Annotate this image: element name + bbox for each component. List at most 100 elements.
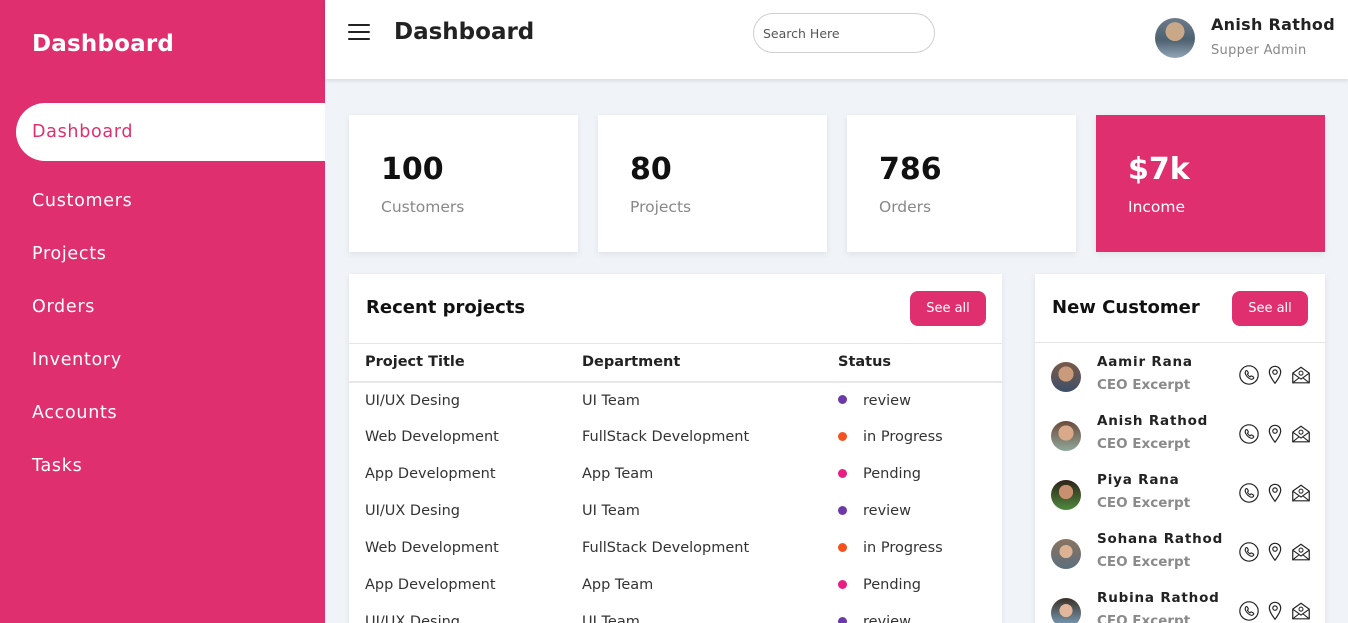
- customers-see-all-button[interactable]: See all: [1232, 291, 1308, 326]
- stat-card-customers[interactable]: 100 Customers: [349, 115, 578, 252]
- customer-actions: [1238, 364, 1312, 386]
- top-header: Dashboard Anish Rathod Supper Admin: [325, 0, 1348, 79]
- stat-card-income[interactable]: $7k Income: [1096, 115, 1325, 252]
- customer-row[interactable]: Aamir Rana CEO Excerpt: [1035, 350, 1325, 409]
- sidebar-brand: Dashboard: [32, 31, 175, 57]
- project-title-cell: App Development: [365, 466, 496, 482]
- user-name: Anish Rathod: [1211, 15, 1335, 34]
- mail-icon[interactable]: [1290, 423, 1312, 445]
- new-customer-panel: New Customer See all Aamir Rana CEO Exce…: [1035, 274, 1325, 623]
- column-header: Status: [838, 354, 892, 371]
- department-cell: UI Team: [582, 614, 640, 623]
- stat-label: Projects: [630, 198, 692, 216]
- projects-table: Project Title Department Status UI/UX De…: [349, 343, 1002, 623]
- location-pin-icon[interactable]: [1264, 364, 1286, 386]
- department-cell: UI Team: [582, 392, 640, 409]
- project-title-cell: UI/UX Desing: [365, 614, 460, 623]
- customer-row[interactable]: Piya Rana CEO Excerpt: [1035, 468, 1325, 527]
- recent-projects-panel: Recent projects See all Project Title De…: [349, 274, 1002, 623]
- mail-icon[interactable]: [1290, 364, 1312, 386]
- project-title-cell: UI/UX Desing: [365, 392, 460, 409]
- customer-role: CEO Excerpt: [1097, 613, 1191, 623]
- status-label: review: [863, 503, 911, 519]
- customer-name: Anish Rathod: [1097, 413, 1209, 429]
- stat-value: 80: [630, 152, 672, 187]
- status-dot-icon: [838, 395, 847, 404]
- customer-name: Piya Rana: [1097, 472, 1180, 488]
- customer-name: Rubina Rathod: [1097, 590, 1220, 606]
- status-cell: Pending: [838, 456, 1002, 493]
- status-label: Pending: [863, 466, 921, 482]
- status-dot-icon: [838, 468, 847, 478]
- sidebar-nav: Dashboard Customers Projects Orders Inve…: [0, 103, 325, 492]
- search-input[interactable]: [753, 13, 935, 53]
- location-pin-icon[interactable]: [1264, 541, 1286, 563]
- department-cell: FullStack Development: [582, 540, 750, 556]
- mail-icon[interactable]: [1290, 600, 1312, 622]
- customer-actions: [1238, 541, 1312, 563]
- status-cell: review: [838, 382, 1002, 419]
- phone-icon[interactable]: [1238, 600, 1260, 622]
- status-dot-icon: [838, 431, 847, 441]
- sidebar-item-orders[interactable]: Orders: [0, 280, 325, 333]
- status-label: in Progress: [863, 540, 943, 556]
- sidebar-item-inventory[interactable]: Inventory: [0, 333, 325, 386]
- customer-role: CEO Excerpt: [1097, 377, 1191, 393]
- sidebar-item-accounts[interactable]: Accounts: [0, 386, 325, 439]
- customer-avatar: [1051, 480, 1081, 510]
- project-title-cell: App Development: [365, 577, 496, 593]
- sidebar: Dashboard Dashboard Customers Projects O…: [0, 0, 325, 623]
- sidebar-item-projects[interactable]: Projects: [0, 227, 325, 280]
- location-pin-icon[interactable]: [1264, 482, 1286, 504]
- customer-row[interactable]: Rubina Rathod CEO Excerpt: [1035, 586, 1325, 623]
- table-row[interactable]: App Development App Team Pending: [349, 456, 1002, 493]
- stat-card-projects[interactable]: 80 Projects: [598, 115, 827, 252]
- table-row[interactable]: UI/UX Desing UI Team review: [349, 493, 1002, 530]
- table-row[interactable]: Web Development FullStack Development in…: [349, 419, 1002, 456]
- status-label: review: [863, 614, 911, 623]
- status-dot-icon: [838, 505, 847, 515]
- customer-role: CEO Excerpt: [1097, 495, 1191, 511]
- sidebar-item-dashboard[interactable]: Dashboard: [16, 103, 325, 161]
- sidebar-item-customers[interactable]: Customers: [0, 174, 325, 227]
- recent-projects-title: Recent projects: [366, 297, 526, 318]
- phone-icon[interactable]: [1238, 423, 1260, 445]
- table-row[interactable]: UI/UX Desing UI Team review: [349, 604, 1002, 623]
- table-row[interactable]: Web Development FullStack Development in…: [349, 530, 1002, 567]
- status-dot-icon: [838, 616, 847, 623]
- status-dot-icon: [838, 542, 847, 552]
- mail-icon[interactable]: [1290, 541, 1312, 563]
- customer-actions: [1238, 600, 1312, 622]
- stat-value: 100: [381, 152, 444, 187]
- page-title: Dashboard: [394, 19, 535, 45]
- sidebar-item-tasks[interactable]: Tasks: [0, 439, 325, 492]
- new-customer-title: New Customer: [1052, 297, 1200, 318]
- table-row[interactable]: UI/UX Desing UI Team review: [349, 382, 1002, 419]
- department-cell: FullStack Development: [582, 429, 750, 445]
- status-dot-icon: [838, 579, 847, 589]
- phone-icon[interactable]: [1238, 482, 1260, 504]
- customer-row[interactable]: Anish Rathod CEO Excerpt: [1035, 409, 1325, 468]
- project-title-cell: UI/UX Desing: [365, 503, 460, 519]
- customer-name: Sohana Rathod: [1097, 531, 1224, 547]
- mail-icon[interactable]: [1290, 482, 1312, 504]
- status-label: in Progress: [863, 429, 943, 445]
- department-cell: App Team: [582, 577, 654, 593]
- phone-icon[interactable]: [1238, 541, 1260, 563]
- stat-card-orders[interactable]: 786 Orders: [847, 115, 1076, 252]
- hamburger-menu-icon[interactable]: [348, 24, 370, 42]
- projects-see-all-button[interactable]: See all: [910, 291, 986, 326]
- status-cell: in Progress: [838, 530, 1002, 567]
- location-pin-icon[interactable]: [1264, 600, 1286, 622]
- customer-row[interactable]: Sohana Rathod CEO Excerpt: [1035, 527, 1325, 586]
- table-row[interactable]: App Development App Team Pending: [349, 567, 1002, 604]
- stat-value: 786: [879, 152, 942, 187]
- user-avatar[interactable]: [1155, 18, 1195, 58]
- department-cell: UI Team: [582, 503, 640, 519]
- customer-avatar: [1051, 598, 1081, 623]
- customer-avatar: [1051, 421, 1081, 451]
- phone-icon[interactable]: [1238, 364, 1260, 386]
- customer-actions: [1238, 423, 1312, 445]
- stat-label: Orders: [879, 198, 932, 216]
- location-pin-icon[interactable]: [1264, 423, 1286, 445]
